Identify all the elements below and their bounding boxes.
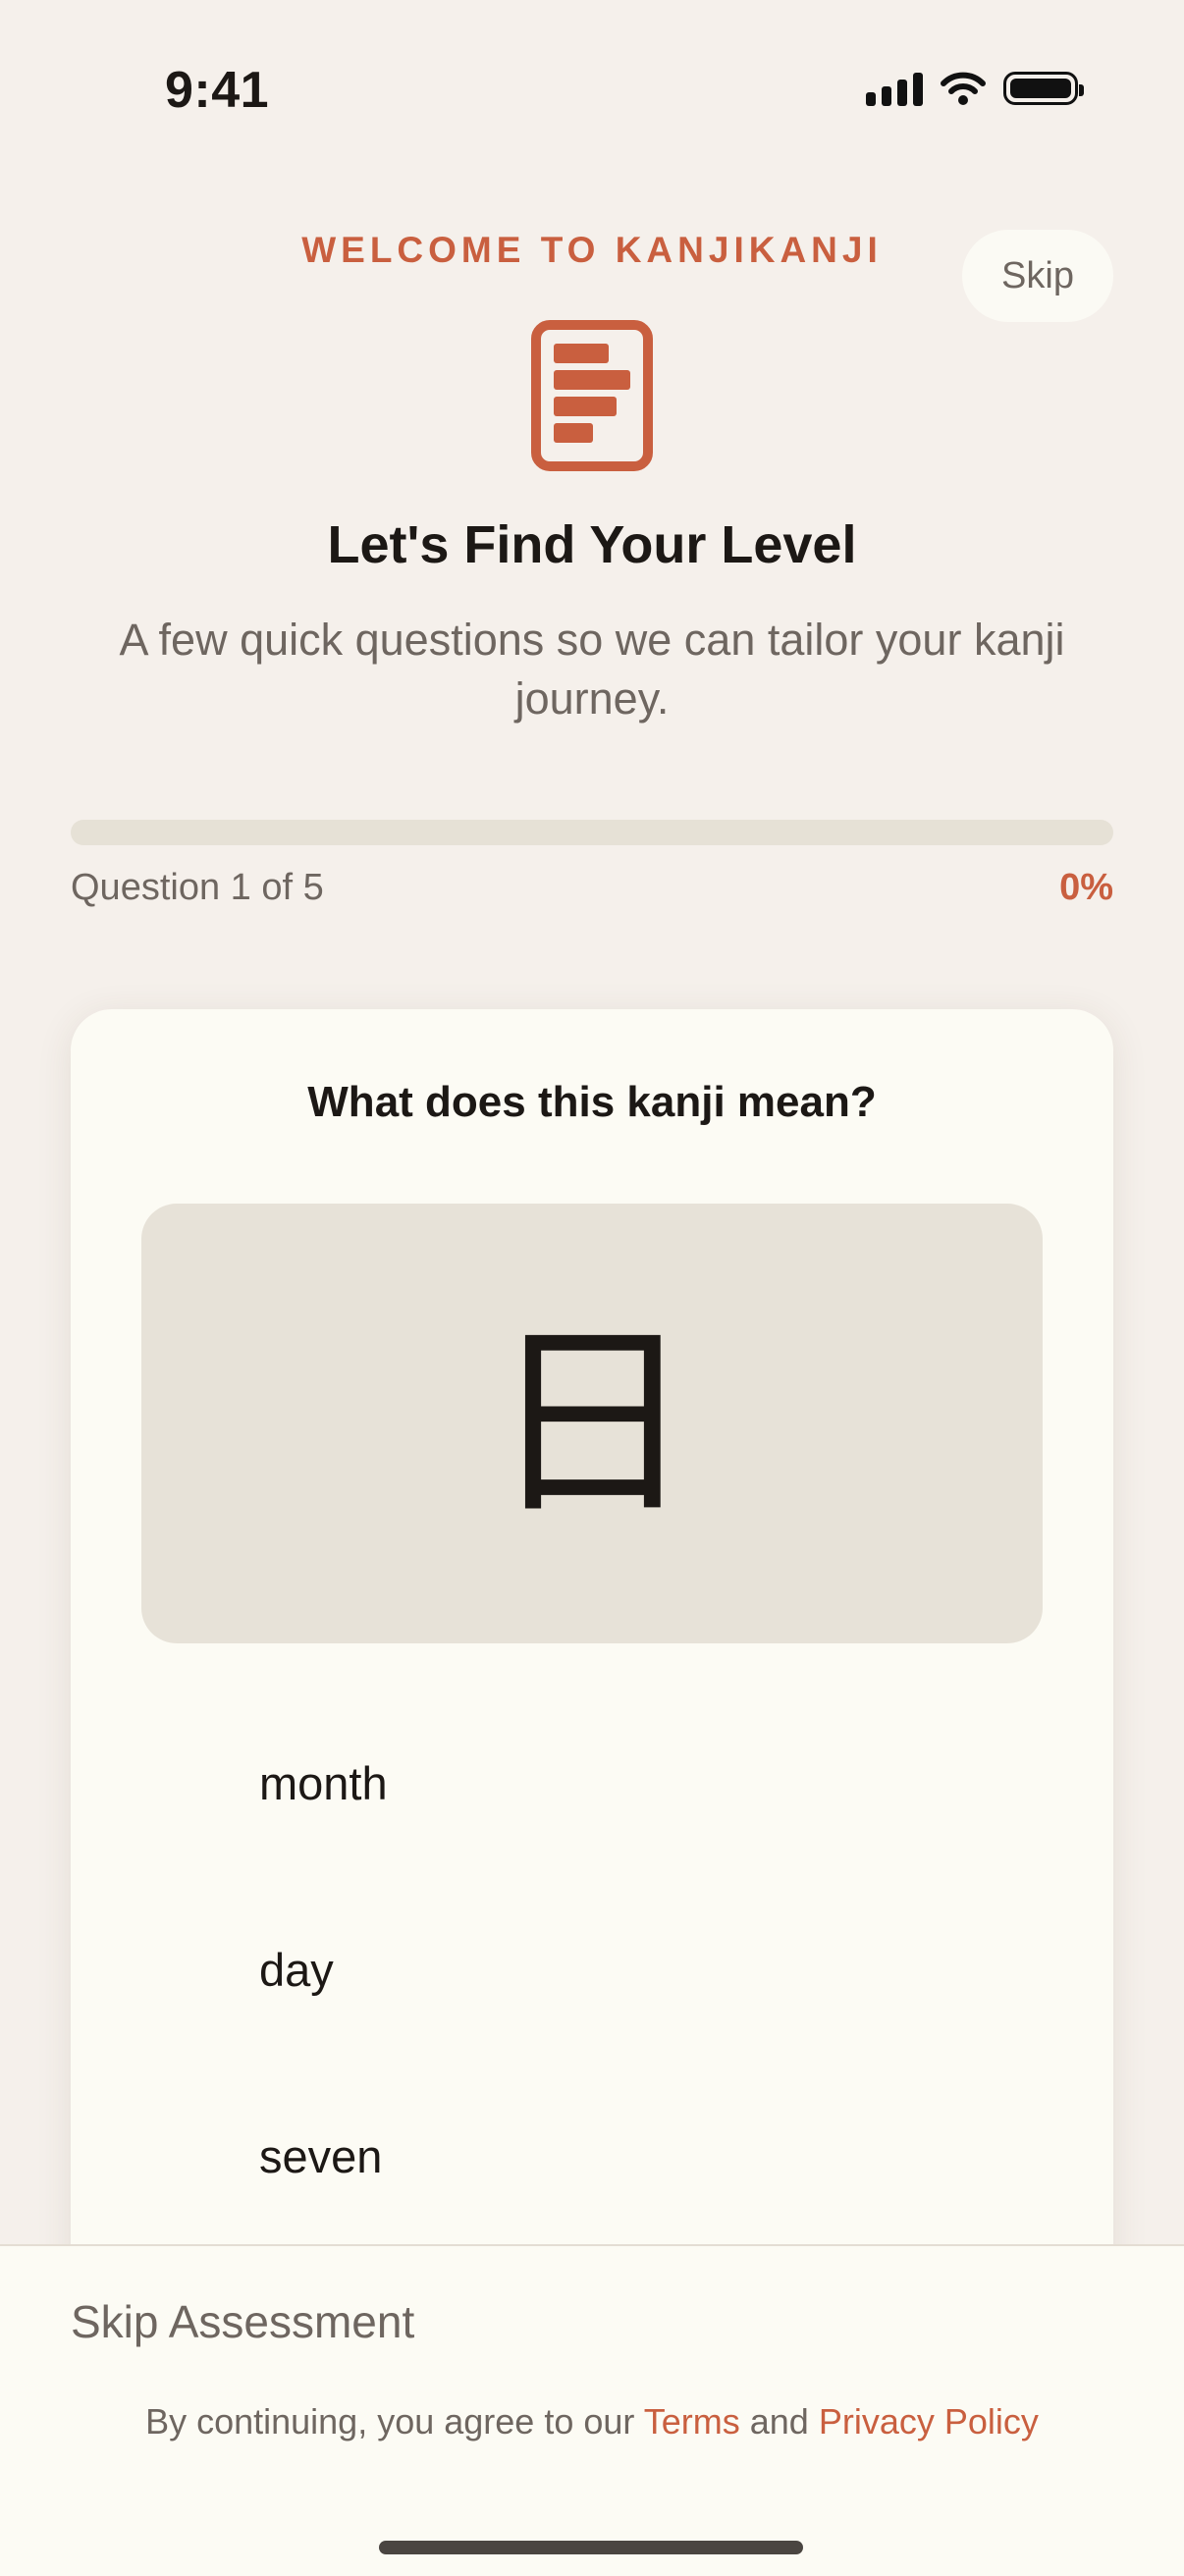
question-prompt: What does this kanji mean? — [307, 1078, 877, 1126]
level-assessment-icon — [531, 320, 653, 471]
answer-option-label: seven — [259, 2129, 383, 2182]
answer-option-day[interactable]: day — [141, 1896, 1043, 2043]
privacy-policy-link[interactable]: Privacy Policy — [819, 2401, 1039, 2442]
battery-icon — [1003, 72, 1084, 105]
question-counter: Question 1 of 5 — [71, 867, 324, 908]
legal-prefix: By continuing, you agree to our — [145, 2401, 635, 2442]
skip-assessment-button[interactable]: Skip Assessment — [71, 2295, 414, 2348]
page-subtitle: A few quick questions so we can tailor y… — [119, 615, 1065, 724]
legal-notice: By continuing, you agree to our Terms an… — [0, 2401, 1184, 2442]
bottom-sheet: Skip Assessment By continuing, you agree… — [0, 2244, 1184, 2576]
skip-button[interactable]: Skip — [962, 230, 1113, 322]
status-icons — [866, 71, 1084, 106]
answer-option-seven[interactable]: seven — [141, 2082, 1043, 2229]
answer-option-month[interactable]: month — [141, 1709, 1043, 1856]
home-indicator[interactable] — [379, 2541, 803, 2554]
wifi-icon — [941, 72, 986, 105]
legal-and: and — [749, 2401, 809, 2442]
page-title: Let's Find Your Level — [327, 515, 857, 574]
terms-link[interactable]: Terms — [644, 2401, 740, 2442]
kanji-display: 日 — [141, 1204, 1043, 1643]
progress-bar — [71, 820, 1113, 845]
answer-option-label: day — [259, 1943, 334, 1996]
signal-icon — [866, 71, 923, 106]
kanji-character: 日 — [488, 1303, 695, 1543]
question-card: What does this kanji mean? 日 month day s… — [71, 1009, 1113, 2305]
progress-percent: 0% — [1059, 867, 1113, 908]
status-time: 9:41 — [165, 62, 270, 119]
answer-option-label: month — [259, 1756, 388, 1809]
